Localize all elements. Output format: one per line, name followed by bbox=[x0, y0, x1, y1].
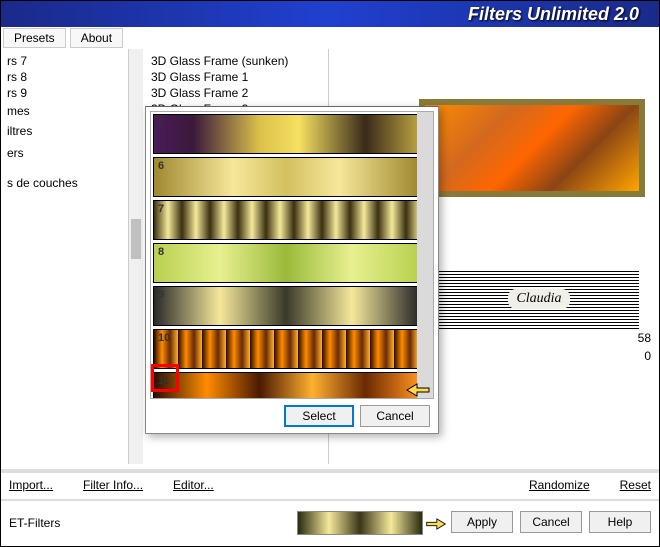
left-panel: rs 7 rs 8 rs 9 mes iltres ers s de couch… bbox=[1, 49, 129, 464]
select-button[interactable]: Select bbox=[284, 405, 354, 427]
menu-about[interactable]: About bbox=[70, 28, 123, 48]
left-list[interactable]: rs 7 rs 8 rs 9 mes iltres ers s de couch… bbox=[1, 49, 128, 195]
database-label: ET-Filters bbox=[9, 516, 60, 530]
scrollbar-thumb[interactable] bbox=[131, 219, 141, 259]
popup-cancel-button[interactable]: Cancel bbox=[360, 405, 430, 427]
list-item[interactable]: rs 7 bbox=[1, 53, 128, 69]
menu-bar: Presets About bbox=[3, 27, 123, 49]
swatch-number: 5 bbox=[158, 117, 164, 129]
value-2: 0 bbox=[644, 349, 651, 363]
watermark: Claudia bbox=[439, 269, 639, 329]
apply-button[interactable]: Apply bbox=[451, 511, 513, 533]
app-title: Filters Unlimited 2.0 bbox=[468, 4, 639, 25]
reset-button[interactable]: Reset bbox=[620, 478, 651, 492]
toolbar: Import... Filter Info... Editor... Rando… bbox=[1, 469, 659, 497]
value-1: 58 bbox=[638, 331, 651, 345]
list-item[interactable]: ers bbox=[1, 145, 128, 161]
preview-image bbox=[419, 99, 645, 197]
mid-scrollbar[interactable] bbox=[129, 49, 143, 464]
filter-item[interactable]: 3D Glass Frame (sunken) bbox=[147, 53, 328, 69]
gradient-preview[interactable] bbox=[297, 511, 423, 535]
title-bar: Filters Unlimited 2.0 bbox=[1, 1, 659, 27]
list-item[interactable]: mes bbox=[1, 103, 128, 119]
pointing-hand-icon bbox=[425, 515, 447, 533]
gradient-picker-popup: 5 6 7 8 9 10 11 Select Cancel bbox=[145, 106, 439, 434]
gradient-swatch-8[interactable]: 8 bbox=[153, 243, 419, 283]
import-button[interactable]: Import... bbox=[9, 478, 53, 492]
gradient-swatch-6[interactable]: 6 bbox=[153, 157, 419, 197]
bottom-bar: ET-Filters Apply Cancel Help bbox=[1, 499, 659, 545]
cancel-button[interactable]: Cancel bbox=[520, 511, 582, 533]
list-item[interactable]: rs 9 bbox=[1, 85, 128, 101]
filter-item[interactable]: 3D Glass Frame 2 bbox=[147, 85, 328, 101]
list-item[interactable]: iltres bbox=[1, 123, 128, 139]
popup-scrollbar[interactable] bbox=[417, 112, 433, 398]
pointing-hand-icon bbox=[405, 380, 431, 399]
filter-info-button[interactable]: Filter Info... bbox=[83, 478, 143, 492]
gradient-swatch-10[interactable]: 10 bbox=[153, 329, 419, 369]
menu-presets[interactable]: Presets bbox=[3, 28, 66, 48]
list-item[interactable]: s de couches bbox=[1, 175, 128, 191]
swatch-number: 7 bbox=[158, 203, 164, 215]
swatch-list[interactable]: 5 6 7 8 9 10 11 bbox=[150, 111, 434, 399]
gradient-swatch-7[interactable]: 7 bbox=[153, 200, 419, 240]
randomize-button[interactable]: Randomize bbox=[529, 478, 590, 492]
watermark-text: Claudia bbox=[508, 289, 569, 309]
gradient-swatch-11[interactable]: 11 bbox=[153, 372, 419, 399]
selection-highlight bbox=[151, 364, 179, 392]
swatch-number: 6 bbox=[158, 160, 164, 172]
swatch-number: 8 bbox=[158, 246, 164, 258]
help-button[interactable]: Help bbox=[589, 511, 651, 533]
gradient-swatch-9[interactable]: 9 bbox=[153, 286, 419, 326]
editor-button[interactable]: Editor... bbox=[173, 478, 214, 492]
filter-item[interactable]: 3D Glass Frame 1 bbox=[147, 69, 328, 85]
swatch-number: 9 bbox=[158, 289, 164, 301]
swatch-number: 10 bbox=[158, 332, 170, 344]
gradient-swatch-5[interactable]: 5 bbox=[153, 114, 419, 154]
list-item[interactable]: rs 8 bbox=[1, 69, 128, 85]
